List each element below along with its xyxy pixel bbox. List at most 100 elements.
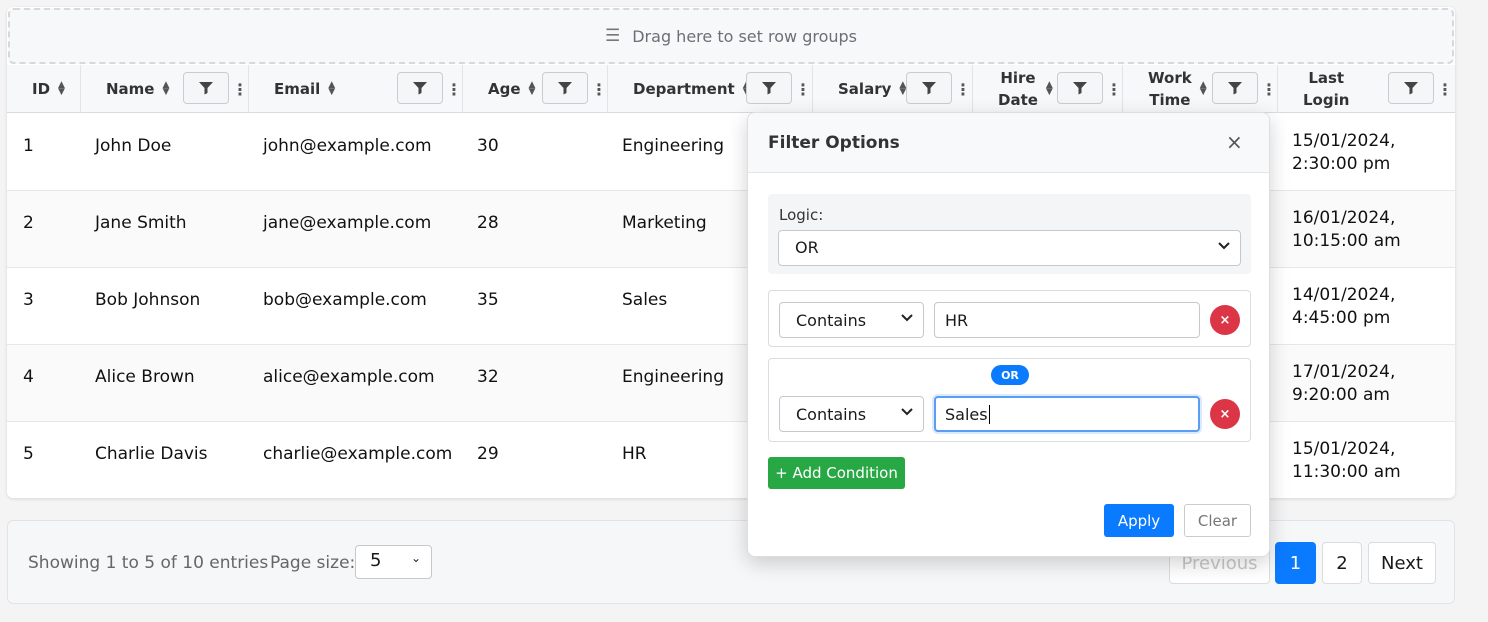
sort-icon[interactable]: ▲▼ <box>58 81 65 97</box>
cell-name: Jane Smith <box>95 213 187 233</box>
cell-last-login: 15/01/2024, 2:30:00 pm <box>1292 131 1396 174</box>
filter-icon <box>1404 82 1418 95</box>
filter-button-name[interactable] <box>183 72 229 104</box>
condition-operator-select[interactable]: Contains <box>779 302 924 338</box>
filter-icon <box>199 82 213 95</box>
cell-last-login: 16/01/2024, 10:15:00 am <box>1292 208 1401 251</box>
condition-value-input[interactable]: HR <box>934 302 1200 338</box>
cell-name: Bob Johnson <box>95 290 201 310</box>
page-button-2[interactable]: 2 <box>1322 542 1362 584</box>
cell-age: 30 <box>477 136 499 156</box>
cell-email: bob@example.com <box>263 290 427 310</box>
apply-button[interactable]: Apply <box>1104 504 1174 537</box>
cell-last-login: 15/01/2024, 11:30:00 am <box>1292 439 1401 482</box>
column-header-work-time[interactable]: Work Time ▲ ▼ ⋮ <box>1123 65 1278 113</box>
filter-icon <box>413 82 427 95</box>
close-icon: × <box>1219 406 1231 422</box>
filter-button-last-login[interactable] <box>1388 72 1434 104</box>
column-header-name[interactable]: Name ▲ ▼ ⋮ <box>81 65 249 113</box>
cell-last-login: 17/01/2024, 9:20:00 am <box>1292 362 1396 405</box>
cell-department: Engineering <box>622 136 724 156</box>
filter-icon <box>1073 82 1087 95</box>
filter-icon <box>922 82 936 95</box>
popup-title: Filter Options <box>768 133 900 153</box>
header-row: ID ▲ ▼ Name ▲ ▼ ⋮ Email ▲ ▼ ⋮ Age ▲ ▼ ⋮ … <box>7 65 1455 113</box>
filter-button-email[interactable] <box>397 72 443 104</box>
cell-last-login: 14/01/2024, 4:45:00 pm <box>1292 285 1396 328</box>
filter-button-department[interactable] <box>746 72 792 104</box>
column-header-id[interactable]: ID ▲ ▼ <box>7 65 81 113</box>
page-size-select[interactable]: 5 ⌄ <box>355 545 432 579</box>
cell-email: charlie@example.com <box>263 444 453 464</box>
column-menu-icon[interactable]: ⋮ <box>955 65 971 113</box>
cell-age: 28 <box>477 213 499 233</box>
column-menu-icon[interactable]: ⋮ <box>591 65 607 113</box>
pagination-info: Showing 1 to 5 of 10 entries <box>28 553 269 573</box>
filter-button-age[interactable] <box>542 72 588 104</box>
page-size-label: Page size: <box>270 553 356 573</box>
clear-button[interactable]: Clear <box>1184 504 1251 537</box>
close-icon[interactable]: × <box>1226 130 1243 154</box>
sort-icon[interactable]: ▲▼ <box>162 81 169 97</box>
column-header-last-login[interactable]: LastLogin ▲▼ ⋮ <box>1278 65 1455 113</box>
cell-age: 35 <box>477 290 499 310</box>
page-button-1[interactable]: 1 <box>1275 542 1316 584</box>
cell-email: alice@example.com <box>263 367 435 387</box>
condition-operator-select[interactable]: Contains <box>779 396 924 432</box>
filter-icon <box>558 82 572 95</box>
cell-name: Charlie Davis <box>95 444 208 464</box>
cell-name: John Doe <box>95 136 172 156</box>
cell-id: 2 <box>23 213 34 233</box>
logic-section: Logic: OR <box>768 194 1251 274</box>
cell-age: 29 <box>477 444 499 464</box>
column-menu-icon[interactable]: ⋮ <box>232 65 248 113</box>
column-menu-icon[interactable]: ⋮ <box>1106 65 1122 113</box>
column-header-salary[interactable]: Salary ▲ ▼ ⋮ <box>813 65 973 113</box>
cell-id: 3 <box>23 290 34 310</box>
chevron-down-icon <box>901 311 913 326</box>
condition-value-input[interactable]: Sales <box>934 396 1200 432</box>
column-header-email[interactable]: Email ▲ ▼ ⋮ <box>249 65 463 113</box>
logic-connector-badge: OR <box>991 365 1029 385</box>
column-header-age[interactable]: Age ▲ ▼ ⋮ <box>463 65 608 113</box>
menu-icon: ☰ <box>604 26 621 46</box>
filter-button-work-time[interactable] <box>1212 72 1258 104</box>
chevron-down-icon <box>1218 239 1230 254</box>
cell-id: 4 <box>23 367 34 387</box>
text-cursor <box>988 405 990 424</box>
column-menu-icon[interactable]: ⋮ <box>1261 65 1277 113</box>
cell-id: 1 <box>23 136 34 156</box>
logic-label: Logic: <box>779 206 824 224</box>
sort-icon[interactable]: ▲▼ <box>1046 81 1053 97</box>
row-group-drop-zone[interactable]: ☰ Drag here to set row groups <box>8 8 1454 64</box>
cell-email: john@example.com <box>263 136 432 156</box>
add-condition-button[interactable]: + Add Condition <box>768 457 905 489</box>
column-header-hire-date[interactable]: Hire Date ▲ ▼ ⋮ <box>973 65 1123 113</box>
column-menu-icon[interactable]: ⋮ <box>1437 65 1453 113</box>
filter-icon <box>1228 82 1242 95</box>
column-menu-icon[interactable]: ⋮ <box>446 65 462 113</box>
filter-condition: Contains HR × <box>768 290 1251 347</box>
popup-header: Filter Options × <box>748 113 1269 173</box>
chevron-down-icon <box>901 405 913 420</box>
sort-icon[interactable]: ▲▼ <box>529 81 536 97</box>
remove-condition-button[interactable]: × <box>1210 305 1240 335</box>
cell-id: 5 <box>23 444 34 464</box>
logic-select[interactable]: OR <box>778 230 1241 266</box>
sort-icon[interactable]: ▲▼ <box>328 81 335 97</box>
remove-condition-button[interactable]: × <box>1210 399 1240 429</box>
next-button[interactable]: Next <box>1368 542 1436 584</box>
filter-icon <box>762 82 776 95</box>
cell-department: Marketing <box>622 213 707 233</box>
sort-icon[interactable]: ▲▼ <box>1200 81 1207 97</box>
filter-condition: OR Contains Sales × <box>768 358 1251 442</box>
column-header-department[interactable]: Department ▲▼ ⋮ <box>608 65 813 113</box>
close-icon: × <box>1219 312 1231 328</box>
filter-button-hire-date[interactable] <box>1057 72 1103 104</box>
filter-button-salary[interactable] <box>906 72 952 104</box>
cell-department: HR <box>622 444 647 464</box>
row-group-hint: Drag here to set row groups <box>632 26 857 46</box>
cell-email: jane@example.com <box>263 213 432 233</box>
cell-department: Sales <box>622 290 668 310</box>
column-menu-icon[interactable]: ⋮ <box>795 65 811 113</box>
